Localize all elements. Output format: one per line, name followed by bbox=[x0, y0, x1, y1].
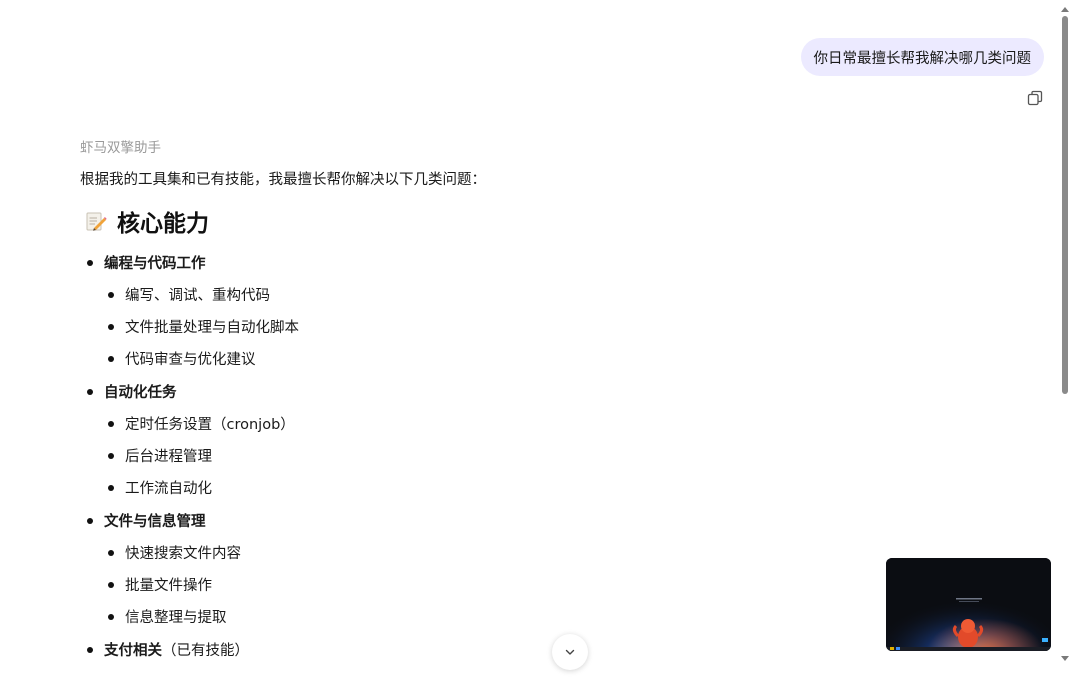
bullet-icon bbox=[108, 452, 114, 459]
user-message-bubble: 你日常最擅长帮我解决哪几类问题 bbox=[800, 38, 1044, 76]
section-title: 文件与信息管理 bbox=[104, 514, 206, 530]
bullet-icon bbox=[87, 646, 93, 653]
list-item: 信息整理与提取 bbox=[108, 606, 227, 627]
list-item: 代码审查与优化建议 bbox=[108, 348, 256, 369]
list-item-section: 编程与代码工作 bbox=[87, 252, 206, 273]
bullet-icon bbox=[108, 355, 114, 362]
assistant-intro: 根据我的工具集和已有技能，我最擅长帮你解决以下几类问题： bbox=[80, 172, 486, 188]
bullet-icon bbox=[87, 259, 93, 266]
list-item-text: 后台进程管理 bbox=[125, 449, 212, 465]
scroll-up-arrow-icon[interactable] bbox=[1061, 7, 1069, 12]
list-item: 定时任务设置（cronjob） bbox=[108, 413, 295, 434]
list-item-section: 自动化任务 bbox=[87, 381, 177, 402]
bullet-icon bbox=[108, 323, 114, 330]
bullet-icon bbox=[108, 291, 114, 298]
list-item-text: 工作流自动化 bbox=[125, 481, 212, 497]
list-item-section: 支付相关 （已有技能） bbox=[87, 639, 249, 660]
section-suffix: （已有技能） bbox=[162, 643, 249, 659]
list-item: 快速搜索文件内容 bbox=[108, 542, 241, 563]
list-item: 文件批量处理与自动化脚本 bbox=[108, 316, 299, 337]
assistant-name: 虾马双擎助手 bbox=[80, 140, 161, 156]
list-item: 编写、调试、重构代码 bbox=[108, 284, 270, 305]
section-heading: 核心能力 bbox=[85, 204, 209, 238]
list-item: 批量文件操作 bbox=[108, 574, 212, 595]
bullet-icon bbox=[108, 420, 114, 427]
vertical-scrollbar[interactable] bbox=[1058, 0, 1072, 679]
bullet-icon bbox=[108, 581, 114, 588]
memo-icon bbox=[85, 210, 107, 232]
list-item-text: 信息整理与提取 bbox=[125, 610, 227, 626]
list-item-text: 编写、调试、重构代码 bbox=[125, 288, 270, 304]
list-item: 工作流自动化 bbox=[108, 477, 212, 498]
list-item-section: 文件与信息管理 bbox=[87, 510, 206, 531]
list-item-text: 批量文件操作 bbox=[125, 578, 212, 594]
bullet-icon bbox=[108, 613, 114, 620]
list-item-text: 文件批量处理与自动化脚本 bbox=[125, 320, 299, 336]
list-item-text: 定时任务设置（cronjob） bbox=[125, 417, 295, 433]
list-item: 后台进程管理 bbox=[108, 445, 212, 466]
scroll-down-arrow-icon[interactable] bbox=[1061, 656, 1069, 661]
scrollbar-thumb[interactable] bbox=[1062, 16, 1068, 394]
video-preview[interactable] bbox=[886, 558, 1051, 651]
scroll-to-bottom-button[interactable] bbox=[552, 634, 588, 670]
heading-text: 核心能力 bbox=[117, 211, 209, 237]
section-title: 编程与代码工作 bbox=[104, 256, 206, 272]
bullet-icon bbox=[87, 517, 93, 524]
bullet-icon bbox=[108, 549, 114, 556]
list-item-text: 快速搜索文件内容 bbox=[125, 546, 241, 562]
section-title: 自动化任务 bbox=[104, 385, 177, 401]
bullet-icon bbox=[87, 388, 93, 395]
list-item-text: 代码审查与优化建议 bbox=[125, 352, 256, 368]
chevron-down-icon bbox=[565, 649, 575, 655]
user-message-text: 你日常最擅长帮我解决哪几类问题 bbox=[813, 50, 1032, 67]
section-title: 支付相关 bbox=[104, 643, 162, 659]
bullet-icon bbox=[108, 484, 114, 491]
copy-icon[interactable] bbox=[1027, 90, 1043, 106]
chat-viewport: 你日常最擅长帮我解决哪几类问题 虾马双擎助手 根据我的工具集和已有技能，我最擅长… bbox=[0, 0, 1080, 679]
